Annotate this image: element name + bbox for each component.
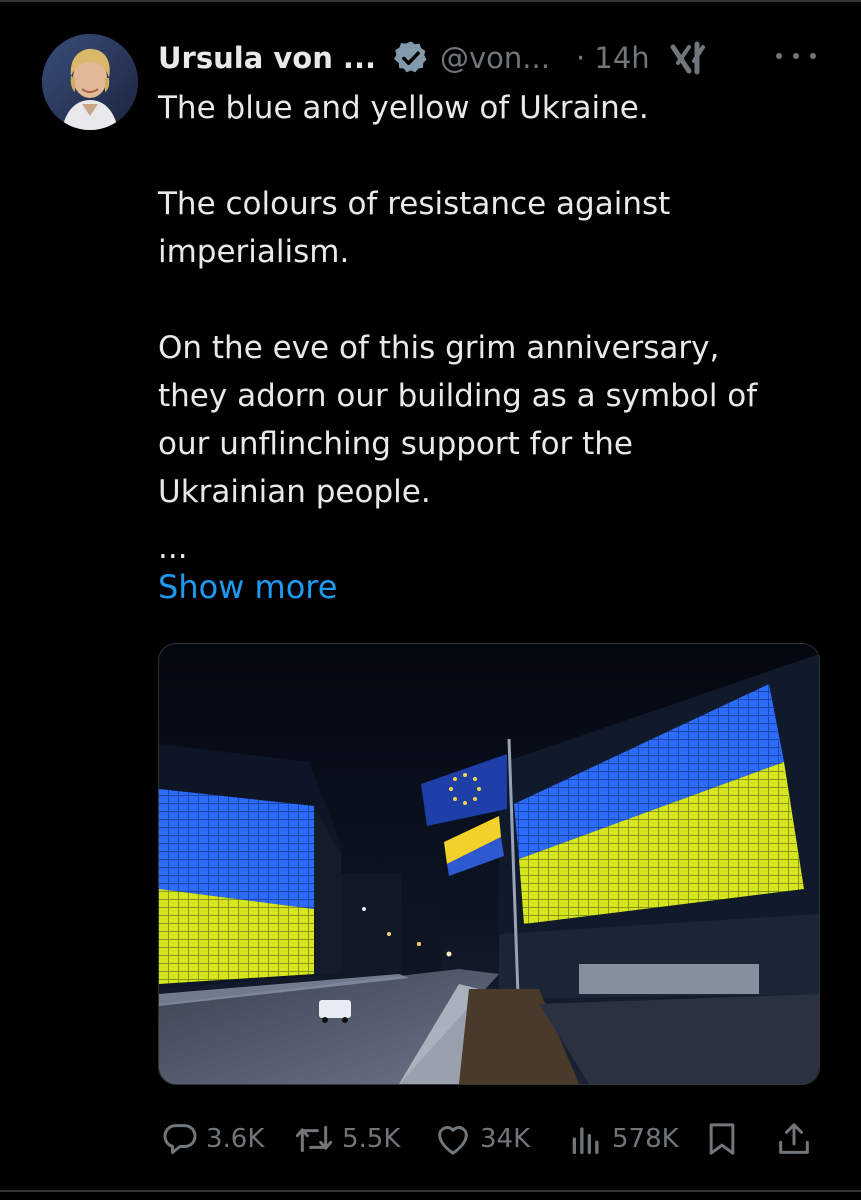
tweet-header: Ursula von ... @von... · 14h bbox=[158, 34, 710, 82]
show-more-link[interactable]: Show more bbox=[158, 568, 337, 606]
reply-icon bbox=[160, 1119, 200, 1159]
repost-icon bbox=[292, 1119, 336, 1159]
reply-button[interactable]: 3.6K bbox=[160, 1115, 264, 1163]
views-count: 578K bbox=[612, 1124, 679, 1154]
grok-icon[interactable] bbox=[670, 41, 710, 75]
views-button[interactable]: 578K bbox=[566, 1115, 679, 1163]
timestamp[interactable]: · 14h bbox=[576, 41, 650, 75]
repost-button[interactable]: 5.5K bbox=[292, 1115, 400, 1163]
action-bar: 3.6K 5.5K 34K 578K bbox=[160, 1115, 820, 1163]
tweet-media[interactable] bbox=[158, 643, 820, 1085]
bottom-divider bbox=[0, 1190, 861, 1192]
reply-count: 3.6K bbox=[206, 1124, 265, 1154]
author-name[interactable]: Ursula von ... bbox=[158, 41, 376, 75]
avatar-image bbox=[42, 34, 138, 130]
bookmark-button[interactable] bbox=[702, 1115, 742, 1163]
avatar[interactable] bbox=[42, 34, 138, 130]
like-count: 34K bbox=[480, 1124, 531, 1154]
author-handle[interactable]: @von... bbox=[440, 41, 550, 75]
top-divider bbox=[0, 0, 861, 2]
repost-count: 5.5K bbox=[342, 1124, 401, 1154]
share-button[interactable] bbox=[774, 1115, 814, 1163]
tweet-text: The blue and yellow of Ukraine. The colo… bbox=[158, 90, 758, 510]
media-image bbox=[159, 644, 819, 1084]
truncation-ellipsis: ... bbox=[158, 530, 188, 566]
views-icon bbox=[566, 1119, 606, 1159]
verified-icon bbox=[392, 39, 430, 77]
like-button[interactable]: 34K bbox=[432, 1115, 530, 1163]
more-icon[interactable] bbox=[776, 42, 816, 70]
like-icon bbox=[432, 1119, 474, 1159]
bookmark-icon bbox=[702, 1119, 742, 1159]
share-icon bbox=[774, 1119, 814, 1159]
